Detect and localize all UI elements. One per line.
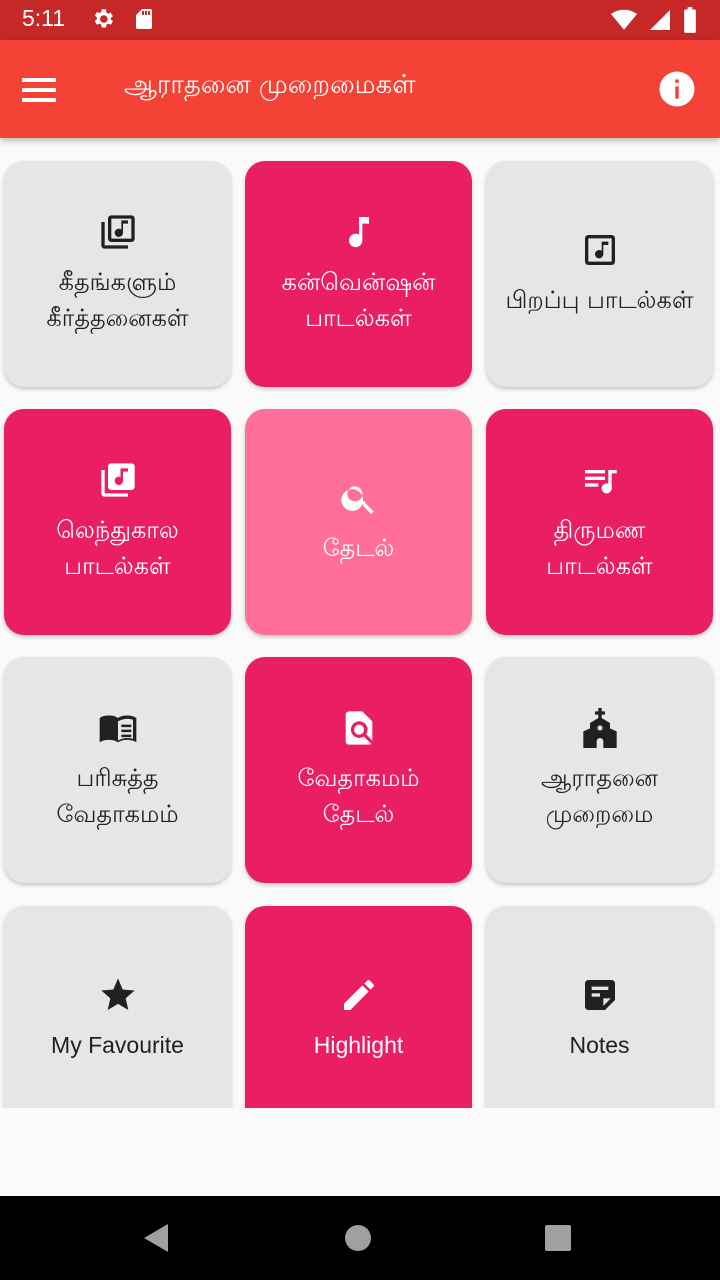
app-bar: ஆராதனை முறைமைகள் — [0, 40, 720, 138]
tile-label: பாடல்கள் — [64, 552, 171, 580]
system-nav-bar — [0, 1196, 720, 1280]
tile-highlight[interactable]: Highlight — [245, 906, 472, 1108]
book-icon — [99, 715, 136, 743]
music-note-icon — [348, 217, 369, 248]
status-bar: 5:11 — [0, 0, 720, 40]
star-icon — [100, 978, 135, 1010]
pencil-icon — [343, 980, 374, 1010]
menu-icon — [22, 78, 56, 102]
queue-music-icon — [584, 470, 617, 494]
signal-icon — [650, 10, 670, 30]
tile-label: பரிசுத்த — [76, 764, 159, 792]
tile-holy-bible[interactable]: பரிசுத்த வேதாகமம் — [4, 657, 231, 883]
tile-notes[interactable]: Notes — [486, 906, 713, 1108]
tile-label: திருமண — [553, 516, 646, 544]
tile-label: வேதாகமம் — [56, 800, 179, 828]
wifi-icon — [611, 9, 637, 30]
tile-lent-songs[interactable]: லெந்துகால பாடல்கள் — [4, 409, 231, 635]
tile-search[interactable]: தேடல் — [245, 409, 472, 635]
tile-hymns[interactable]: கீதங்களும் கீர்த்தனைகள் — [4, 161, 231, 387]
tile-label: பாடல்கள் — [305, 304, 412, 332]
home-circle-icon — [345, 1225, 371, 1251]
tile-bible-search[interactable]: வேதாகமம் தேடல் — [245, 657, 472, 883]
menu-grid: கீதங்களும் கீர்த்தனைகள் கன்வென்ஷன் பாடல்… — [0, 138, 720, 1108]
recents-square-icon — [545, 1225, 571, 1251]
tile-label: Highlight — [313, 1032, 404, 1058]
tile-label: பிறப்பு பாடல்கள் — [505, 286, 694, 314]
tile-worship-order[interactable]: ஆராதனை முறைமை — [486, 657, 713, 883]
tile-label: கன்வென்ஷன் — [281, 268, 436, 296]
tile-label: லெந்துகால — [56, 516, 179, 544]
tile-label: Notes — [569, 1032, 630, 1058]
tile-wedding-songs[interactable]: திருமண பாடல்கள் — [486, 409, 713, 635]
info-button[interactable] — [656, 68, 698, 110]
tile-label: தேடல் — [322, 800, 395, 828]
menu-button[interactable] — [22, 65, 72, 115]
music-box-icon — [584, 235, 615, 265]
search-icon — [340, 486, 374, 514]
recents-button[interactable] — [538, 1218, 578, 1258]
status-time: 5:11 — [22, 5, 66, 31]
tile-label: பாடல்கள் — [546, 552, 653, 580]
battery-icon — [684, 7, 696, 33]
app-title: ஆராதனை முறைமைகள் — [124, 70, 416, 100]
library-music-icon — [100, 215, 135, 249]
church-icon — [582, 708, 617, 748]
tile-label: ஆராதனை — [541, 764, 658, 792]
back-triangle-icon — [144, 1224, 168, 1252]
tile-label: தேடல் — [322, 534, 395, 562]
tile-label: முறைமை — [545, 800, 654, 828]
info-icon — [659, 71, 695, 107]
tile-label: வேதாகமம் — [297, 764, 420, 792]
sd-card-icon — [136, 9, 152, 29]
tile-label: கீதங்களும் — [58, 268, 177, 296]
settings-icon — [94, 9, 113, 28]
library-music-icon — [100, 463, 135, 497]
tile-convention-songs[interactable]: கன்வென்ஷன் பாடல்கள் — [245, 161, 472, 387]
find-in-page-icon — [345, 711, 372, 745]
home-button[interactable] — [338, 1218, 378, 1258]
back-button[interactable] — [138, 1218, 178, 1258]
tile-my-favourite[interactable]: My Favourite — [4, 906, 231, 1108]
tile-christmas-songs[interactable]: பிறப்பு பாடல்கள் — [486, 161, 713, 387]
tile-label: My Favourite — [51, 1032, 184, 1058]
note-icon — [584, 980, 615, 1010]
tile-label: கீர்த்தனைகள் — [46, 304, 189, 332]
